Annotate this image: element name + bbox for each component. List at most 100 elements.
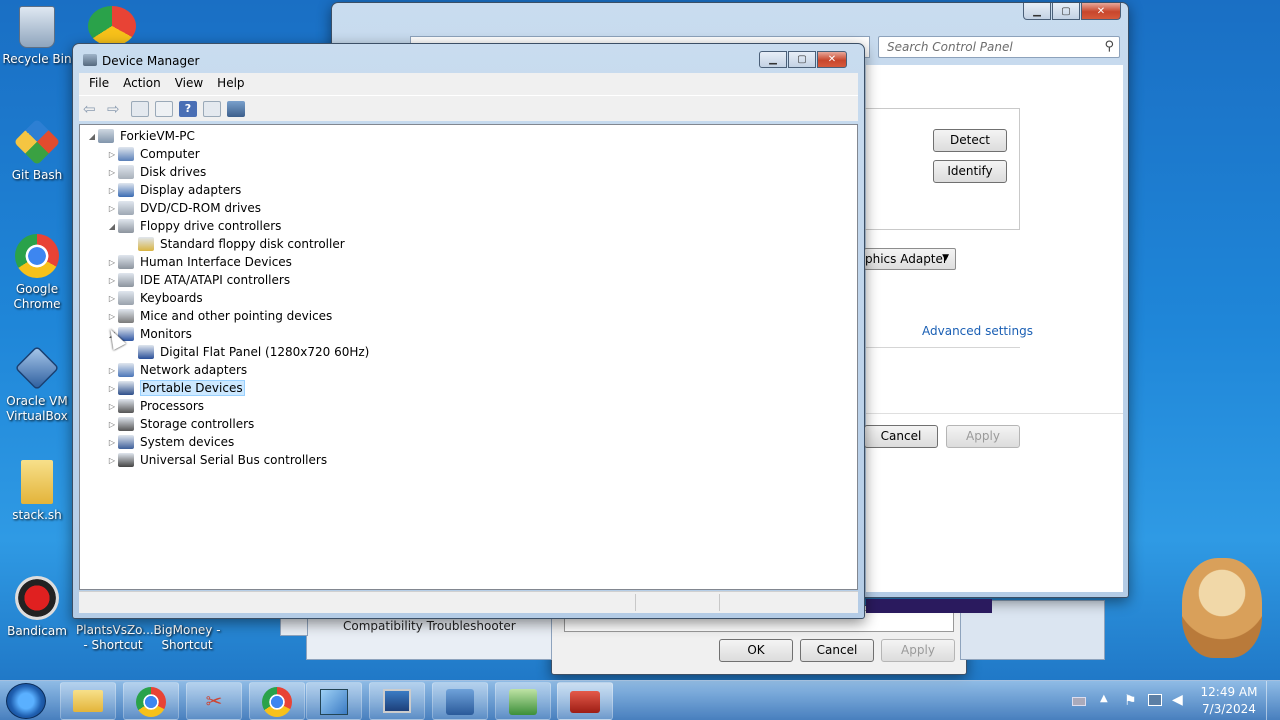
advanced-settings-link[interactable]: Advanced settings — [922, 324, 1033, 338]
tree-root[interactable]: ◢ ForkieVM-PC — [86, 127, 195, 145]
cancel-button[interactable]: Cancel — [800, 639, 874, 662]
cancel-button[interactable]: Cancel — [864, 425, 938, 448]
tree-category-item[interactable]: ▷ Portable Devices — [106, 379, 245, 397]
tree-category-item[interactable]: ◢ Floppy drive controllers — [106, 217, 281, 235]
maximize-button[interactable]: ▢ — [788, 51, 816, 68]
taskbar-device-manager-button[interactable] — [557, 682, 613, 720]
taskbar-snipping-button[interactable]: ✂ — [186, 682, 242, 720]
identify-button[interactable]: Identify — [933, 160, 1007, 183]
expand-triangle-icon[interactable]: ▷ — [106, 150, 118, 159]
tree-item-label: Human Interface Devices — [140, 255, 292, 269]
tray-show-hidden-icon[interactable]: ▲ — [1100, 693, 1108, 704]
adapter-select[interactable]: phics Adapter ▼ — [864, 248, 956, 270]
collapse-triangle-icon[interactable]: ◢ — [106, 222, 118, 231]
taskbar-network-button[interactable] — [432, 682, 488, 720]
tree-category-item[interactable]: ▷ Human Interface Devices — [106, 253, 292, 271]
tree-item-label: Display adapters — [140, 183, 242, 197]
tree-category-item[interactable]: ▷ Universal Serial Bus controllers — [106, 451, 327, 469]
tray-keyboard-icon[interactable] — [1072, 697, 1086, 706]
device-category-icon — [118, 219, 134, 233]
menu-view[interactable]: View — [175, 76, 203, 92]
start-button[interactable] — [6, 683, 46, 719]
minimize-button[interactable]: ▁ — [1023, 3, 1051, 20]
bandicam-icon — [15, 576, 59, 620]
tray-flag-icon[interactable]: ⚑ — [1124, 693, 1137, 709]
tree-category-item[interactable]: ▷ Computer — [106, 145, 200, 163]
expand-triangle-icon[interactable]: ▷ — [106, 384, 118, 393]
view-icon[interactable] — [203, 100, 221, 117]
tree-category-item[interactable]: ▷ Network adapters — [106, 361, 247, 379]
desktop-icon-git-bash[interactable]: Git Bash — [0, 118, 74, 183]
taskbar-chrome-button[interactable] — [123, 682, 179, 720]
device-category-icon — [138, 345, 154, 359]
search-icon[interactable]: ⚲ — [1104, 39, 1114, 54]
device-tree-pane[interactable]: ◢ ForkieVM-PC ▷ Computer ▷ Disk drives ▷ Disp… — [79, 124, 858, 590]
tree-category-item[interactable]: ▷ Processors — [106, 397, 204, 415]
tree-item-label: Monitors — [140, 327, 192, 341]
detect-button[interactable]: Detect — [933, 129, 1007, 152]
desktop-icon-virtualbox[interactable]: Oracle VM VirtualBox — [0, 345, 74, 424]
expand-triangle-icon[interactable]: ▷ — [106, 186, 118, 195]
toolbox-icon — [570, 691, 600, 713]
ok-button[interactable]: OK — [719, 639, 793, 662]
taskbar-explorer-button[interactable] — [60, 682, 116, 720]
minimize-button[interactable]: ▁ — [759, 51, 787, 68]
tree-category-item[interactable]: ▷ Keyboards — [106, 289, 203, 307]
properties-icon[interactable] — [155, 100, 173, 117]
expand-triangle-icon[interactable]: ▷ — [106, 204, 118, 213]
expand-triangle-icon[interactable]: ▷ — [106, 438, 118, 447]
apply-button[interactable]: Apply — [881, 639, 955, 662]
collapse-triangle-icon[interactable]: ◢ — [86, 132, 98, 141]
tree-category-item[interactable]: ▷ Display adapters — [106, 181, 241, 199]
expand-triangle-icon[interactable]: ▷ — [106, 258, 118, 267]
clock-date[interactable]: 7/3/2024 — [1200, 702, 1258, 716]
search-input[interactable]: Search Control Panel — [887, 40, 1013, 54]
close-button[interactable]: ✕ — [817, 51, 847, 68]
close-button[interactable]: ✕ — [1081, 3, 1121, 20]
tray-network-icon[interactable] — [1148, 694, 1162, 706]
tree-category-item[interactable]: ▷ Mice and other pointing devices — [106, 307, 332, 325]
tree-device-item[interactable]: Standard floppy disk controller — [138, 235, 345, 253]
tree-category-item[interactable]: ▷ Storage controllers — [106, 415, 254, 433]
taskbar-control-panel-button[interactable] — [306, 682, 362, 720]
desktop-icon-label: Google Chrome — [13, 282, 61, 311]
expand-triangle-icon[interactable]: ▷ — [106, 456, 118, 465]
taskbar-display-button[interactable] — [369, 682, 425, 720]
tree-category-item[interactable]: ▷ Disk drives — [106, 163, 206, 181]
menu-action[interactable]: Action — [123, 76, 161, 92]
expand-triangle-icon[interactable]: ▷ — [106, 420, 118, 429]
tree-category-item[interactable]: ▷ IDE ATA/ATAPI controllers — [106, 271, 290, 289]
clock-time[interactable]: 12:49 AM — [1200, 685, 1258, 699]
taskbar-chrome-profile-button[interactable] — [249, 682, 305, 720]
back-arrow-icon[interactable]: ⇦ — [83, 101, 101, 117]
tree-category-item[interactable]: ▷ System devices — [106, 433, 234, 451]
help-icon[interactable]: ? — [179, 100, 197, 117]
expand-triangle-icon[interactable]: ▷ — [106, 312, 118, 321]
expand-triangle-icon[interactable]: ▷ — [106, 294, 118, 303]
maximize-button[interactable]: ▢ — [1052, 3, 1080, 20]
tree-device-item[interactable]: Digital Flat Panel (1280x720 60Hz) — [138, 343, 369, 361]
menu-help[interactable]: Help — [217, 76, 244, 92]
computer-icon — [98, 129, 114, 143]
show-desktop-button[interactable] — [1266, 681, 1280, 720]
show-hide-console-tree-icon[interactable] — [131, 100, 149, 117]
tray-volume-icon[interactable]: ◀ — [1172, 692, 1183, 708]
compatibility-troubleshooter-link[interactable]: Compatibility Troubleshooter — [343, 619, 516, 633]
desktop-icon-google-chrome[interactable]: Google Chrome — [0, 234, 74, 312]
desktop-icon-bigmoney[interactable]: BigMoney - Shortcut — [150, 623, 224, 653]
expand-triangle-icon[interactable]: ▷ — [106, 276, 118, 285]
desktop-icon-bandicam[interactable]: Bandicam — [0, 576, 74, 639]
desktop-icon-plantsvszombies[interactable]: PlantsVsZo... - Shortcut — [76, 623, 154, 653]
apply-button[interactable]: Apply — [946, 425, 1020, 448]
desktop-icon-recycle-bin[interactable]: Recycle Bin — [0, 6, 74, 67]
search-box[interactable]: Search Control Panel ⚲ — [878, 36, 1120, 58]
scan-hardware-icon[interactable] — [227, 100, 245, 117]
taskbar-installer-button[interactable] — [495, 682, 551, 720]
desktop-icon-stack-sh[interactable]: stack.sh — [0, 460, 74, 523]
forward-arrow-icon[interactable]: ⇨ — [107, 101, 125, 117]
expand-triangle-icon[interactable]: ▷ — [106, 168, 118, 177]
tree-category-item[interactable]: ▷ DVD/CD-ROM drives — [106, 199, 261, 217]
menu-file[interactable]: File — [89, 76, 109, 92]
expand-triangle-icon[interactable]: ▷ — [106, 402, 118, 411]
expand-triangle-icon[interactable]: ▷ — [106, 366, 118, 375]
